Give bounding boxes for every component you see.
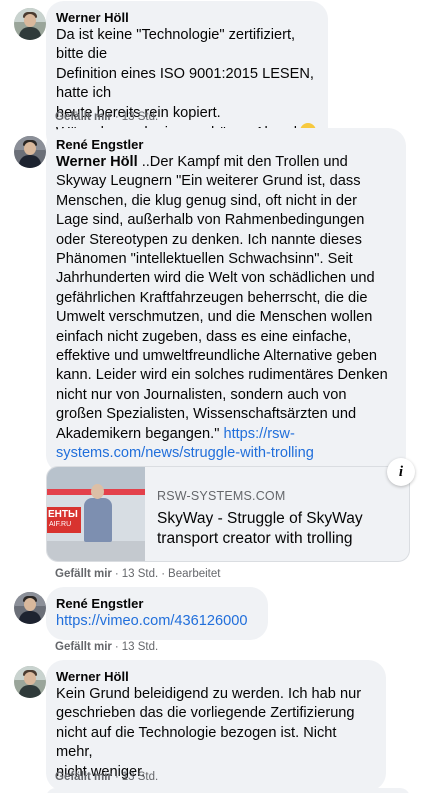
comment-author[interactable]: Werner Höll xyxy=(56,668,374,685)
separator: · xyxy=(114,771,119,783)
like-button[interactable]: Gefällt mir xyxy=(55,568,112,580)
like-button[interactable]: Gefällt mir xyxy=(55,111,112,123)
comment-text: Werner Höll ..Der Kampf mit den Trollen … xyxy=(56,154,388,462)
avatar-werner-hoell[interactable] xyxy=(14,666,46,698)
comment-author[interactable]: René Engstler xyxy=(56,595,256,612)
comment-text: Da ist keine "Technologie" zertifiziert,… xyxy=(56,26,316,143)
thumbnail-label: ЕНТЫ xyxy=(48,509,78,520)
link-preview-card[interactable]: ЕНТЫ AIF.RU RSW-SYSTEMS.COM SkyWay - Str… xyxy=(46,466,410,562)
next-comment-bubble-edge xyxy=(46,788,410,793)
mention-link[interactable]: Werner Höll xyxy=(56,154,138,170)
avatar-rene-engstler[interactable] xyxy=(14,592,46,624)
comment-author[interactable]: Werner Höll xyxy=(56,9,316,26)
comment-time[interactable]: 13 Std. xyxy=(122,771,158,783)
preview-domain: RSW-SYSTEMS.COM xyxy=(157,489,286,503)
separator: · xyxy=(114,641,119,653)
comment-bubble: René Engstler Werner Höll ..Der Kampf mi… xyxy=(46,128,406,473)
avatar-rene-engstler[interactable] xyxy=(14,136,46,168)
like-button[interactable]: Gefällt mir xyxy=(55,641,112,653)
edited-label[interactable]: Bearbeitet xyxy=(168,568,220,580)
comment-actions: Gefällt mir · 13 Std. xyxy=(55,770,158,784)
preview-thumbnail: ЕНТЫ AIF.RU xyxy=(47,467,145,561)
separator: · xyxy=(161,568,166,580)
comment-actions: Gefällt mir · 13 Std. xyxy=(55,640,158,654)
comment-text: Kein Grund beleidigend zu werden. Ich ha… xyxy=(56,686,362,780)
comment-actions: Gefällt mir · 13 Std. xyxy=(55,110,158,124)
comment-time[interactable]: 13 Std. xyxy=(122,111,158,123)
separator: · xyxy=(114,568,119,580)
like-button[interactable]: Gefällt mir xyxy=(55,771,112,783)
info-icon[interactable]: i xyxy=(387,458,415,486)
preview-title[interactable]: SkyWay - Struggle of SkyWay transport cr… xyxy=(157,509,397,549)
comment-text: https://vimeo.com/436126000 xyxy=(56,612,256,631)
thumbnail-site: AIF.RU xyxy=(49,521,72,528)
comment-author[interactable]: René Engstler xyxy=(56,136,394,153)
comment-time[interactable]: 13 Std. xyxy=(122,641,158,653)
avatar-werner-hoell[interactable] xyxy=(14,8,46,40)
comment-time[interactable]: 13 Std. xyxy=(122,568,158,580)
separator: · xyxy=(114,111,119,123)
comment-actions: Gefällt mir · 13 Std. · Bearbeitet xyxy=(55,567,220,581)
comment-bubble: René Engstler https://vimeo.com/43612600… xyxy=(46,587,268,641)
vimeo-link[interactable]: https://vimeo.com/436126000 xyxy=(56,613,247,629)
